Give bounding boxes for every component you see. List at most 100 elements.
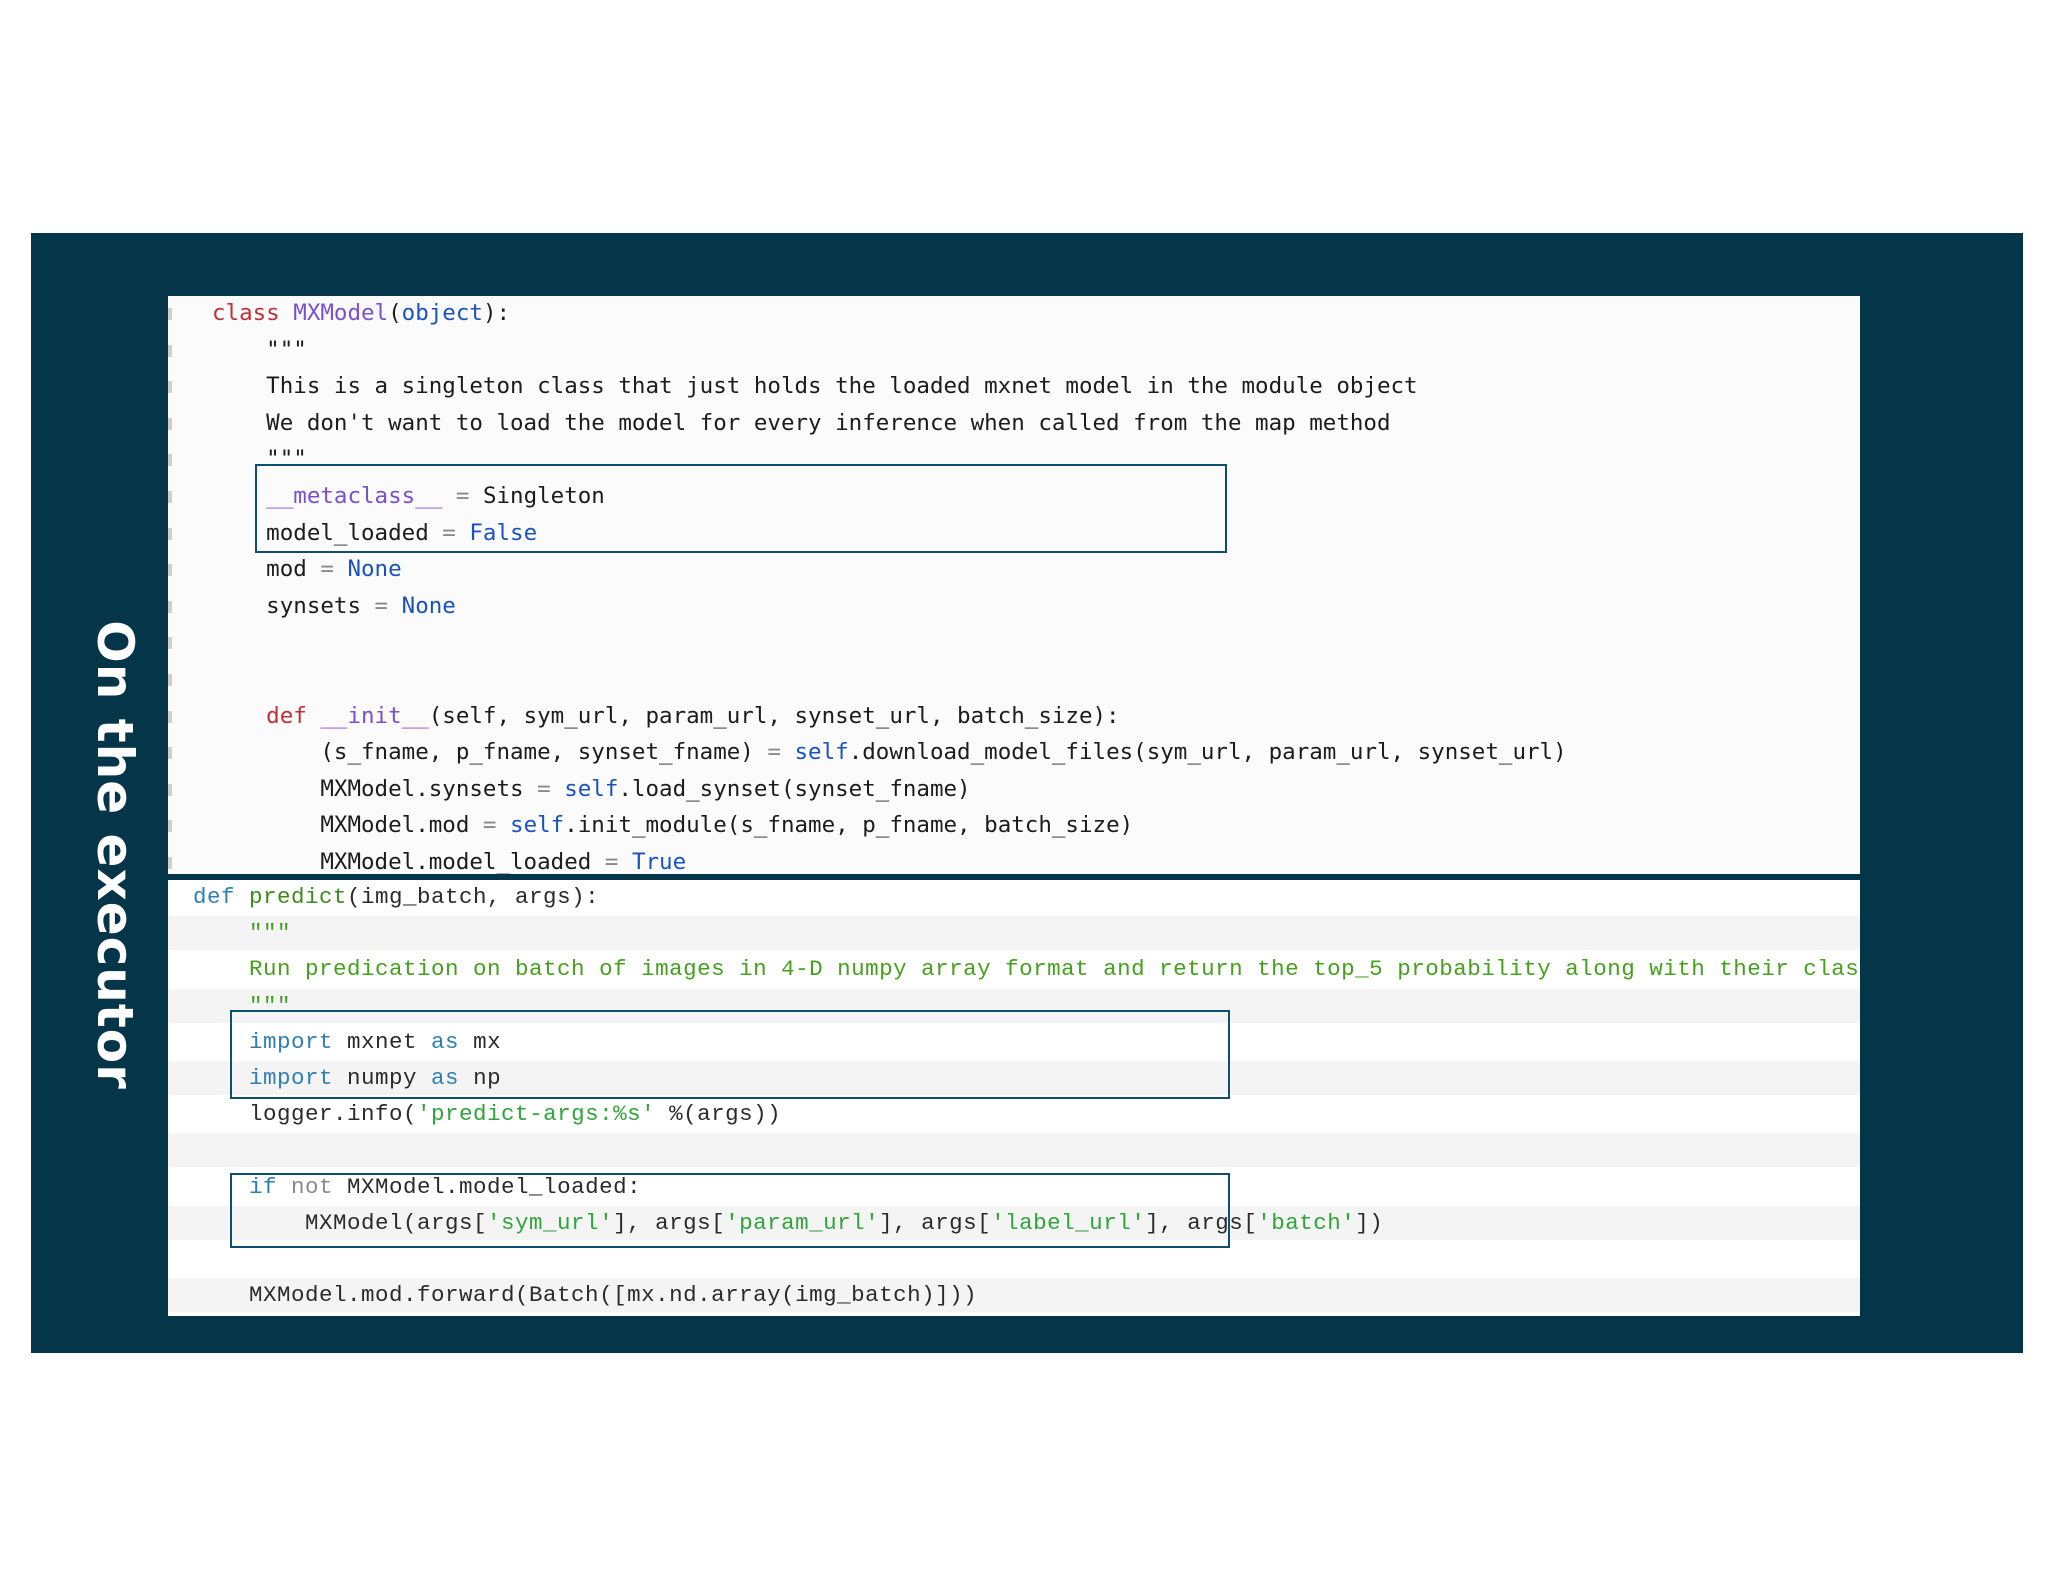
code-line: mod = None (168, 552, 1860, 586)
gutter-marker (168, 308, 172, 320)
slide-title-text: On the executor (86, 620, 145, 1090)
code-line: synsets = None (168, 589, 1860, 623)
gutter-marker (168, 710, 172, 723)
code-token: = (469, 812, 511, 839)
code-token: = (428, 519, 470, 546)
code-token: This is a singleton class that just hold… (212, 373, 1418, 400)
code-token: ], args[ (879, 1209, 992, 1236)
code-token: 'sym_url' (487, 1209, 614, 1236)
code-token: (self, sym_url, param_url, synset_url, b… (428, 702, 1120, 729)
code-token: MXModel.mod.forward(Batch([mx.nd.array(i… (193, 1282, 978, 1309)
code-panel-predict-function: MXModel.mod.forward(Batch([mx.nd.array(i… (168, 880, 1860, 1316)
code-token: = (591, 849, 632, 874)
gutter-marker (168, 527, 172, 540)
code-token: = (361, 592, 402, 619)
gutter-marker (168, 857, 172, 869)
code-token: self (510, 812, 565, 839)
code-token: predict (249, 884, 348, 910)
code-line (168, 1133, 1860, 1168)
code-token: Singleton (482, 483, 605, 509)
gutter-marker (168, 381, 172, 394)
code-token: MXModel.synsets (212, 775, 524, 802)
code-line: MXModel(args['sym_url'], args['param_url… (168, 1205, 1860, 1240)
gutter-marker (168, 417, 172, 430)
code-panel-mxmodel-class: MXModel.model_loaded = True MXModel.mod … (168, 296, 1860, 874)
code-line: Run predication on batch of images in 4-… (168, 952, 1860, 986)
code-token: (s_fname, p_fname, synset_fname) (212, 739, 754, 766)
code-token: self (794, 739, 849, 766)
code-token: """ (212, 336, 307, 363)
code-line: import numpy as np (168, 1061, 1860, 1095)
gutter-marker (168, 344, 172, 357)
code-token: __init__ (320, 702, 429, 729)
gutter-marker (168, 637, 172, 650)
code-token: logger.info( (193, 1101, 418, 1128)
code-token: import (193, 1065, 334, 1091)
code-token: 'batch' (1257, 1209, 1356, 1236)
code-token: None (347, 556, 402, 583)
code-token: ], args[ (1145, 1209, 1258, 1236)
code-line: model_loaded = False (168, 516, 1860, 550)
code-token: numpy (333, 1065, 432, 1091)
code-token: = (523, 775, 565, 802)
code-line: __metaclass__ = Singleton (168, 479, 1860, 513)
code-line: """ (168, 988, 1860, 1023)
slide-title: On the executor (85, 620, 145, 1090)
code-token: MXModel.model_loaded (212, 849, 592, 874)
code-token: .init_module(s_fname, p_fname, batch_siz… (564, 812, 1134, 839)
code-line: MXModel.mod.forward(Batch([mx.nd.array(i… (168, 1278, 1860, 1313)
code-line: import mxnet as mx (168, 1025, 1860, 1059)
code-token: 'predict-args:%s' (417, 1101, 656, 1128)
code-token: %(args)) (655, 1101, 782, 1128)
code-line: def predict(img_batch, args): (168, 880, 1860, 914)
code-token: """ (193, 920, 292, 947)
code-token: __metaclass__ (212, 483, 443, 509)
code-token: MXModel.mod (212, 812, 470, 839)
gutter-marker (168, 491, 172, 503)
code-line: MXModel.mod = self.init_module(s_fname, … (168, 808, 1860, 842)
code-token: ): (482, 300, 511, 326)
gutter-marker (168, 820, 172, 833)
code-token: def (212, 702, 321, 729)
code-token: np (459, 1065, 502, 1091)
code-token: as (431, 1065, 460, 1091)
code-token: mxnet (333, 1028, 432, 1055)
gutter-marker (168, 674, 172, 686)
code-token: def (193, 884, 250, 910)
code-token: self (564, 775, 619, 802)
code-token: not (277, 1173, 334, 1200)
code-line: logger.info('predict-args:%s' %(args)) (168, 1097, 1860, 1131)
code-token: None (401, 592, 456, 619)
code-token: .download_model_files(sym_url, param_url… (848, 739, 1567, 766)
code-token: .load_synset(synset_fname) (618, 775, 971, 802)
code-line: """ (168, 333, 1860, 367)
code-token: ]) (1355, 1209, 1384, 1236)
code-line: """ (168, 916, 1860, 951)
code-line: (s_fname, p_fname, synset_fname) = self.… (168, 735, 1860, 769)
code-line: if not MXModel.model_loaded: (168, 1170, 1860, 1204)
gutter-marker (168, 747, 172, 760)
code-token: False (469, 519, 538, 546)
code-token: MXModel.model_loaded: (333, 1173, 642, 1200)
gutter-marker (168, 454, 172, 467)
code-token: if (193, 1173, 278, 1200)
code-token: Run predication on batch of images in 4-… (193, 956, 1860, 983)
code-token: 'label_url' (991, 1209, 1146, 1236)
code-token: 'param_url' (725, 1209, 880, 1236)
code-token: = (306, 556, 348, 583)
code-token: (img_batch, args): (347, 884, 600, 910)
code-token: object (401, 300, 483, 326)
code-token: mod (212, 556, 307, 583)
code-token: as (431, 1028, 460, 1055)
code-line: We don't want to load the model for ever… (168, 406, 1860, 440)
code-line: class MXModel(object): (168, 296, 1860, 330)
code-line: MXModel.model_loaded = True (168, 845, 1860, 874)
code-token: MXModel(args[ (193, 1209, 488, 1236)
code-token: """ (212, 446, 307, 473)
gutter-marker (168, 564, 172, 577)
code-token: ( (388, 300, 402, 326)
code-token: MXModel (293, 300, 389, 326)
